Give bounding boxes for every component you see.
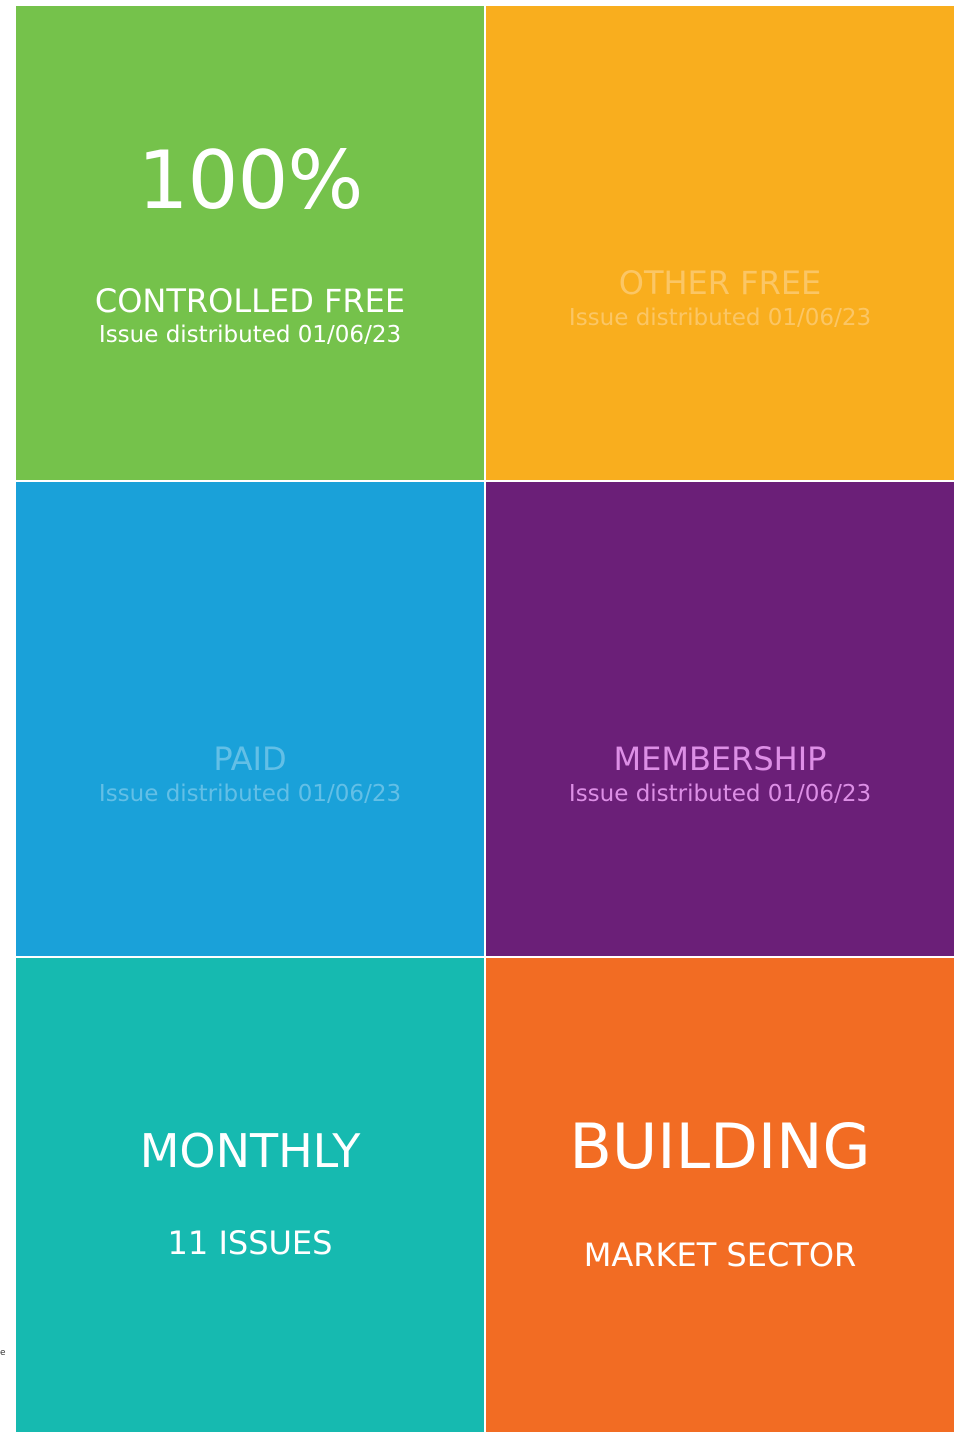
- sector-title: BUILDING: [569, 1110, 871, 1183]
- tile-paid: PAID Issue distributed 01/06/23: [16, 482, 484, 956]
- membership-title: MEMBERSHIP: [613, 740, 827, 778]
- frequency-subtitle: 11 ISSUES: [167, 1224, 333, 1262]
- tile-membership: MEMBERSHIP Issue distributed 01/06/23: [486, 482, 954, 956]
- edge-text-fragment: e: [0, 1348, 6, 1358]
- other-free-subtitle: Issue distributed 01/06/23: [568, 305, 872, 331]
- controlled-free-title: CONTROLLED FREE: [94, 282, 406, 320]
- tile-frequency: MONTHLY 11 ISSUES: [16, 958, 484, 1432]
- paid-title: PAID: [213, 740, 287, 778]
- frequency-title: MONTHLY: [139, 1124, 361, 1178]
- sector-subtitle: MARKET SECTOR: [583, 1236, 857, 1274]
- controlled-free-percent: 100%: [137, 134, 364, 227]
- tile-sector: BUILDING MARKET SECTOR: [486, 958, 954, 1432]
- membership-subtitle: Issue distributed 01/06/23: [568, 781, 872, 807]
- other-free-title: OTHER FREE: [618, 264, 822, 302]
- tile-other-free: OTHER FREE Issue distributed 01/06/23: [486, 6, 954, 480]
- distribution-grid: 100% CONTROLLED FREE Issue distributed 0…: [16, 6, 954, 1432]
- paid-subtitle: Issue distributed 01/06/23: [98, 781, 402, 807]
- tile-controlled-free: 100% CONTROLLED FREE Issue distributed 0…: [16, 6, 484, 480]
- controlled-free-subtitle: Issue distributed 01/06/23: [98, 322, 402, 348]
